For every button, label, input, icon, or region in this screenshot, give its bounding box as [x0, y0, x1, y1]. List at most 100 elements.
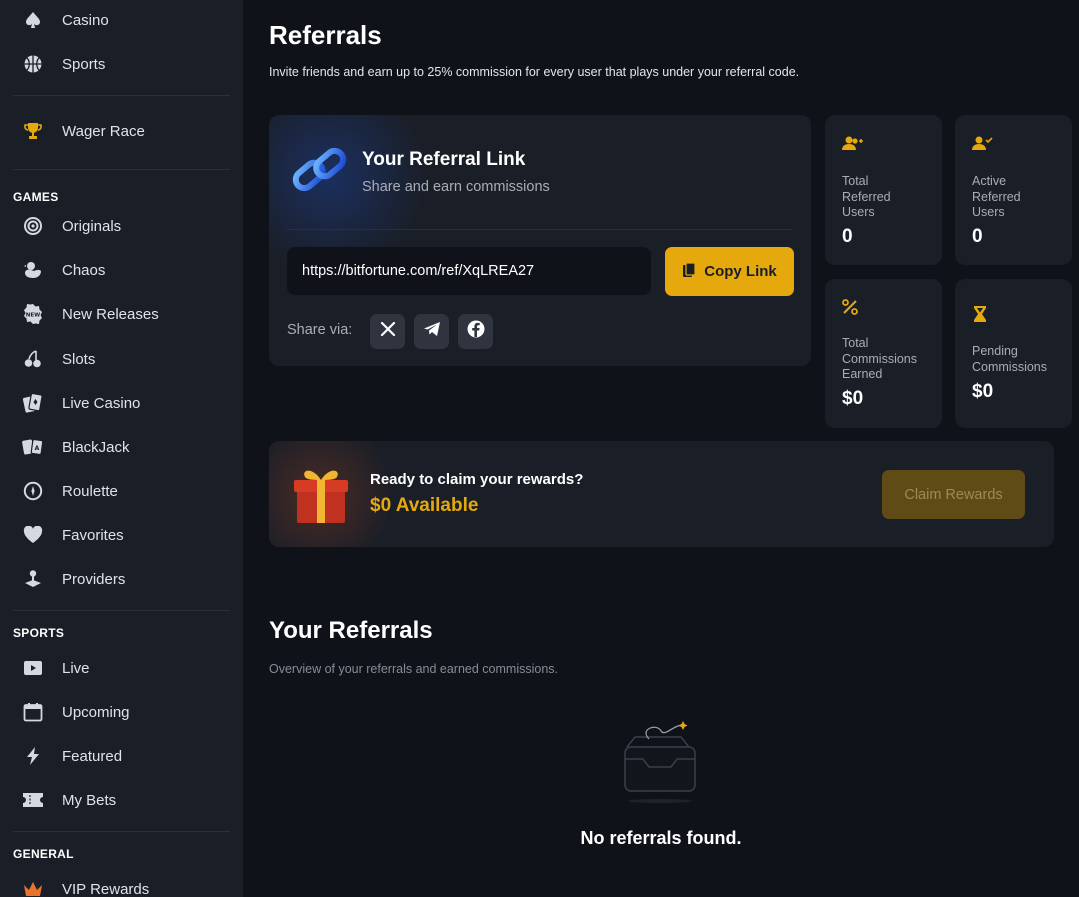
share-telegram-button[interactable]	[414, 314, 449, 349]
copy-link-label: Copy Link	[704, 263, 777, 280]
sidebar-divider	[13, 831, 230, 832]
stat-label-line: Users	[972, 205, 1005, 219]
sidebar-item-sports[interactable]: Sports	[0, 44, 243, 84]
stat-label-line: Earned	[842, 367, 883, 381]
sidebar-item-label: My Bets	[62, 791, 117, 809]
x-icon	[380, 321, 396, 342]
sidebar-item-label: Sports	[62, 55, 106, 73]
referral-link-title: Your Referral Link	[362, 149, 526, 170]
duck-icon	[22, 259, 44, 281]
blackjack-cards-icon: A	[22, 436, 44, 458]
stat-label-line: Commissions	[972, 359, 1048, 374]
sidebar-item-label: Roulette	[62, 482, 118, 500]
sidebar-item-originals[interactable]: Originals	[0, 206, 243, 246]
cherry-icon	[22, 348, 44, 370]
add-user-icon	[842, 135, 864, 158]
sidebar-item-label: Featured	[62, 747, 123, 765]
percent-icon	[842, 299, 858, 320]
stat-value: $0	[972, 381, 994, 402]
sidebar-item-casino[interactable]: Casino	[0, 0, 243, 40]
new-badge-icon: NEW	[22, 303, 44, 325]
calendar-icon	[22, 701, 44, 723]
stat-label: Total Referred Users	[842, 174, 891, 221]
ticket-icon	[22, 789, 44, 811]
stat-value: 0	[972, 226, 983, 247]
sidebar-item-label: BlackJack	[62, 438, 130, 456]
sidebar-item-label: Wager Race	[62, 122, 145, 140]
sidebar-item-providers[interactable]: Providers	[0, 559, 243, 599]
svg-text:NEW: NEW	[26, 313, 40, 319]
stat-label-line: Referred	[842, 189, 891, 204]
spade-icon	[22, 9, 44, 31]
sidebar-item-chaos[interactable]: Chaos	[0, 250, 243, 290]
sidebar-item-label: New Releases	[62, 305, 159, 323]
page-subtitle: Invite friends and earn up to 25% commis…	[269, 65, 800, 79]
sidebar-item-label: VIP Rewards	[62, 880, 150, 897]
sidebar-item-label: Casino	[62, 11, 109, 29]
sidebar-item-label: Upcoming	[62, 703, 130, 721]
sidebar-item-slots[interactable]: Slots	[0, 339, 243, 379]
referral-link-card: Your Referral Link Share and earn commis…	[269, 115, 811, 366]
referral-link-subtitle: Share and earn commissions	[362, 179, 550, 195]
page-title: Referrals	[269, 20, 382, 50]
heart-icon	[22, 524, 44, 546]
sidebar-item-upcoming[interactable]: Upcoming	[0, 692, 243, 732]
svg-text:A: A	[35, 445, 40, 452]
sidebar-item-label: Live Casino	[62, 394, 141, 412]
sidebar-item-live-casino[interactable]: Live Casino	[0, 383, 243, 423]
telegram-icon	[423, 321, 441, 342]
stat-label: Active Referred Users	[972, 174, 1021, 221]
claim-rewards-button[interactable]: Claim Rewards	[882, 470, 1025, 519]
sidebar-divider	[13, 169, 230, 170]
hourglass-icon	[972, 305, 988, 328]
user-check-icon	[972, 135, 994, 158]
referrals-title: Your Referrals	[269, 617, 433, 644]
trophy-icon	[22, 120, 44, 142]
stat-label-line: Pending	[972, 344, 1018, 358]
basketball-icon	[22, 53, 44, 75]
sidebar-divider	[13, 95, 230, 96]
sidebar-item-vip-rewards[interactable]: VIP Rewards	[0, 869, 243, 897]
card-divider	[287, 229, 793, 230]
sidebar-item-favorites[interactable]: Favorites	[0, 515, 243, 555]
stat-value: 0	[842, 226, 853, 247]
section-title-general: GENERAL	[13, 847, 74, 861]
stat-label: Pending Commissions	[972, 344, 1047, 375]
sidebar-item-my-bets[interactable]: My Bets	[0, 780, 243, 820]
sidebar-item-label: Chaos	[62, 261, 106, 279]
crown-icon	[22, 878, 44, 897]
sidebar-item-live[interactable]: Live	[0, 648, 243, 688]
sidebar-item-label: Live	[62, 659, 90, 677]
empty-box-icon	[613, 715, 703, 812]
copy-link-button[interactable]: Copy Link	[665, 247, 794, 296]
stat-label-line: Active	[972, 174, 1007, 188]
sidebar-item-label: Favorites	[62, 526, 124, 544]
sidebar-item-blackjack[interactable]: A BlackJack	[0, 427, 243, 467]
chain-link-icon	[291, 145, 349, 202]
sidebar-item-wager-race[interactable]: Wager Race	[0, 111, 243, 151]
sidebar-item-featured[interactable]: Featured	[0, 736, 243, 776]
claim-rewards-card: Ready to claim your rewards? $0 Availabl…	[269, 441, 1054, 547]
sidebar-item-label: Originals	[62, 217, 122, 235]
share-via-label: Share via:	[287, 322, 353, 338]
joystick-icon	[22, 568, 44, 590]
referral-url-field[interactable]: https://bitfortune.com/ref/XqLREA27	[287, 247, 651, 295]
main-content: Referrals Invite friends and earn up to …	[243, 0, 1079, 897]
play-icon	[22, 657, 44, 679]
stat-label-line: Referred	[972, 189, 1021, 204]
sidebar-item-roulette[interactable]: Roulette	[0, 471, 243, 511]
share-facebook-button[interactable]	[458, 314, 493, 349]
sidebar-item-new-releases[interactable]: NEW New Releases	[0, 294, 243, 334]
sidebar-item-label: Slots	[62, 350, 96, 368]
sidebar: Casino Sports Wager Race GAMES Originals…	[0, 0, 243, 897]
stat-total-commissions: Total Commissions Earned $0	[825, 279, 942, 428]
section-title-games: GAMES	[13, 190, 59, 204]
empty-state-message: No referrals found.	[580, 828, 742, 848]
gift-icon	[293, 463, 349, 530]
stat-label-line: Users	[842, 205, 875, 219]
share-x-button[interactable]	[370, 314, 405, 349]
sidebar-divider	[13, 610, 230, 611]
claim-question: Ready to claim your rewards?	[370, 471, 584, 488]
lightning-icon	[22, 745, 44, 767]
copy-icon	[682, 261, 696, 282]
